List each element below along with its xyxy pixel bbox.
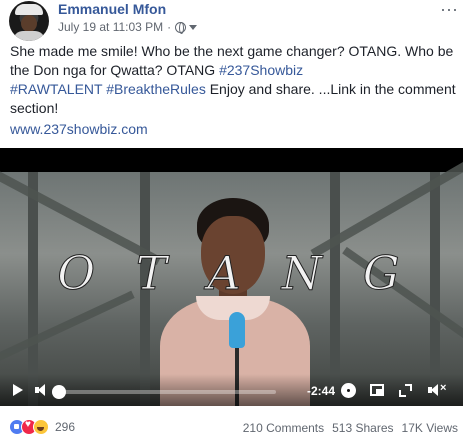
- gear-icon[interactable]: [341, 383, 356, 398]
- more-options-icon[interactable]: ···: [440, 0, 458, 18]
- post-paragraph-1: She made me smile! Who be the next game …: [10, 42, 460, 80]
- haha-icon: [33, 419, 49, 435]
- hashtag-link[interactable]: #237Showbiz: [219, 62, 303, 78]
- time-remaining: -2:44: [307, 384, 336, 398]
- facebook-post: Emmanuel Mfon July 19 at 11:03 PM · ··· …: [0, 0, 467, 441]
- globe-icon[interactable]: [175, 21, 187, 34]
- video-title-overlay: O T A N G: [0, 246, 463, 301]
- overlay-letter: A: [207, 246, 247, 301]
- play-icon[interactable]: [13, 384, 23, 396]
- post-stats: 210 Comments 513 Shares 17K Views: [235, 421, 458, 435]
- views-count: 17K Views: [401, 421, 458, 435]
- microphone-image: [229, 312, 245, 348]
- post-meta: July 19 at 11:03 PM ·: [58, 20, 198, 34]
- overlay-letter: N: [281, 246, 328, 301]
- timestamp[interactable]: July 19 at 11:03 PM: [58, 20, 163, 34]
- mute-icon[interactable]: ×: [428, 382, 450, 396]
- progress-bar[interactable]: [51, 385, 276, 399]
- reactions-summary[interactable]: 296: [9, 419, 75, 435]
- volume-icon[interactable]: [35, 384, 49, 396]
- overlay-letter: T: [136, 246, 173, 301]
- post-paragraph-2: #RAWTALENT #BreaktheRules Enjoy and shar…: [10, 80, 460, 118]
- video-player[interactable]: O T A N G -2:44 ×: [0, 148, 463, 406]
- hashtag-links[interactable]: #RAWTALENT #BreaktheRules: [10, 81, 206, 97]
- separator: ·: [167, 20, 172, 34]
- fullscreen-icon[interactable]: [399, 384, 412, 397]
- avatar[interactable]: [9, 1, 49, 41]
- overlay-letter: G: [362, 246, 406, 301]
- author-name[interactable]: Emmanuel Mfon: [58, 1, 166, 17]
- chevron-down-icon[interactable]: [189, 24, 198, 30]
- video-controls: -2:44 ×: [0, 374, 463, 406]
- comments-count[interactable]: 210 Comments: [243, 421, 324, 435]
- picture-in-picture-icon[interactable]: [370, 384, 384, 396]
- website-link[interactable]: www.237showbiz.com: [10, 121, 148, 137]
- reaction-count[interactable]: 296: [55, 420, 75, 434]
- shares-count[interactable]: 513 Shares: [332, 421, 393, 435]
- progress-handle[interactable]: [51, 385, 66, 399]
- overlay-letter: O: [57, 246, 102, 301]
